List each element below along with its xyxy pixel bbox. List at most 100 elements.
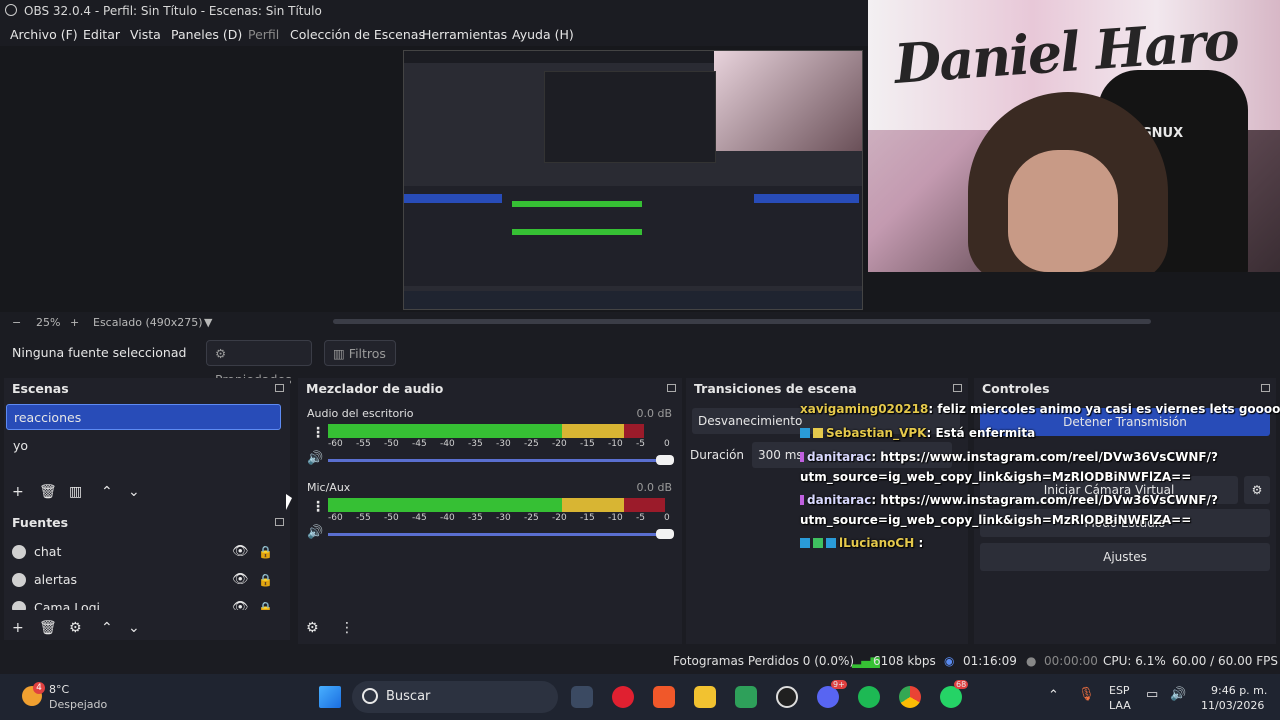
opera-icon[interactable]: [612, 686, 634, 708]
lock-icon[interactable]: 🔒: [258, 568, 273, 592]
zoom-in-icon[interactable]: +: [70, 316, 79, 329]
scene-filters-icon[interactable]: ▥: [69, 484, 82, 500]
volume-slider[interactable]: [328, 529, 674, 539]
properties-button[interactable]: ⚙ Propiedades: [206, 340, 312, 387]
meter-red-segment: [623, 424, 645, 438]
audio-settings-icon[interactable]: ⚙: [306, 620, 319, 636]
eye-icon[interactable]: 👁: [232, 568, 249, 592]
remove-source-icon[interactable]: 🗑: [39, 620, 57, 636]
source-item[interactable]: chat 👁 🔒: [10, 540, 280, 564]
volume-slider-knob[interactable]: [656, 455, 674, 465]
move-down-icon[interactable]: ⌄: [128, 620, 140, 636]
scale-dropdown-icon[interactable]: ▼: [204, 316, 212, 329]
spotify-icon[interactable]: [858, 686, 880, 708]
virtual-camera-settings-button[interactable]: ⚙: [1244, 476, 1270, 504]
clock-date[interactable]: 11/03/2026: [1201, 699, 1264, 712]
language-layout[interactable]: LAA: [1109, 699, 1131, 712]
add-scene-icon[interactable]: +: [12, 484, 24, 500]
add-source-icon[interactable]: +: [12, 620, 24, 636]
file-explorer-icon[interactable]: [694, 686, 716, 708]
transitions-title-text: Transiciones de escena: [694, 381, 857, 396]
meter-tick-label: -60: [328, 439, 343, 449]
track-menu-icon[interactable]: ⋮: [311, 499, 325, 515]
bitrate: 6108 kbps: [873, 654, 936, 668]
filters-button[interactable]: ▥ Filtros: [324, 340, 396, 366]
studio-mode-button[interactable]: Modo Estudio: [980, 509, 1270, 537]
meter-tick-label: -55: [356, 439, 371, 449]
dock-float-icon[interactable]: [275, 518, 284, 526]
lock-icon[interactable]: 🔒: [258, 540, 273, 564]
settings-button[interactable]: Ajustes: [980, 543, 1270, 571]
language-code[interactable]: ESP: [1109, 684, 1130, 697]
controls-title: Controles: [974, 378, 1276, 400]
title-bar: OBS 32.0.4 - Perfil: Sin Título - Escena…: [0, 0, 868, 22]
transitions-dock: Transiciones de escena Desvanecimiento D…: [686, 378, 968, 644]
taskbar-search[interactable]: Buscar: [352, 681, 558, 713]
eye-icon[interactable]: 👁: [232, 596, 249, 610]
track-name: Audio del escritorio: [307, 407, 414, 420]
dock-float-icon[interactable]: [667, 384, 676, 392]
mixer-toolbar: ⚙ ⋮: [306, 620, 366, 638]
whatsapp-icon[interactable]: [940, 686, 962, 708]
duration-label: Duración: [690, 448, 745, 462]
track-menu-icon[interactable]: ⋮: [311, 425, 325, 441]
controls-dock: Controles Detener Transmisión Iniciar Cá…: [974, 378, 1276, 644]
source-label: Cama Logi: [34, 600, 100, 610]
dock-float-icon[interactable]: [275, 384, 284, 392]
clock-time[interactable]: 9:46 p. m.: [1211, 684, 1267, 697]
scenes-title: Escenas: [4, 378, 290, 400]
network-icon[interactable]: ▭: [1146, 687, 1158, 702]
obs-taskbar-icon[interactable]: [776, 686, 798, 708]
streamer-face: [1008, 150, 1118, 272]
speaker-icon[interactable]: 🔊: [307, 525, 323, 540]
meter-tick-label: -5: [636, 513, 645, 523]
brave-icon[interactable]: [653, 686, 675, 708]
scene-item-reacciones[interactable]: reacciones: [6, 404, 281, 430]
lock-icon[interactable]: 🔒: [258, 596, 273, 610]
discord-icon[interactable]: [817, 686, 839, 708]
transition-select[interactable]: Desvanecimiento: [692, 408, 960, 434]
scene-item-yo[interactable]: yo: [6, 433, 281, 459]
meter-tick-label: -35: [468, 513, 483, 523]
meter-tick-label: -15: [580, 439, 595, 449]
dock-float-icon[interactable]: [1261, 384, 1270, 392]
zoom-out-icon[interactable]: −: [12, 316, 21, 329]
menu-paneles[interactable]: Paneles (D): [171, 27, 242, 42]
dock-float-icon[interactable]: [953, 384, 962, 392]
windows-start-icon[interactable]: [319, 686, 341, 708]
menu-editar[interactable]: Editar: [83, 27, 120, 42]
source-settings-icon[interactable]: ⚙: [69, 620, 82, 636]
remove-scene-icon[interactable]: 🗑: [39, 484, 57, 500]
move-up-icon[interactable]: ⌃: [101, 620, 113, 636]
mixer-menu-icon[interactable]: ⋮: [340, 620, 354, 636]
menu-vista[interactable]: Vista: [130, 27, 161, 42]
meter-tick-label: -40: [440, 513, 455, 523]
menu-archivo[interactable]: Archivo (F): [10, 27, 78, 42]
app-icon[interactable]: [735, 686, 757, 708]
chrome-icon[interactable]: [899, 686, 921, 708]
volume-icon[interactable]: 🔊: [1170, 687, 1186, 702]
move-down-icon[interactable]: ⌄: [128, 484, 140, 500]
duration-input[interactable]: 300 ms: [752, 442, 952, 468]
audio-mixer-dock: Mezclador de audio Audio del escritorio …: [298, 378, 682, 644]
menu-coleccion-escenas[interactable]: Colección de Escenas: [290, 27, 425, 42]
task-view-icon[interactable]: [571, 686, 593, 708]
virtual-camera-button[interactable]: Iniciar Cámara Virtual: [980, 476, 1238, 504]
menu-herramientas[interactable]: Herramientas: [422, 27, 507, 42]
volume-slider[interactable]: [328, 455, 674, 465]
menu-perfil[interactable]: Perfil: [248, 27, 279, 42]
source-item[interactable]: alertas 👁 🔒: [10, 568, 280, 592]
menu-ayuda[interactable]: Ayuda (H): [512, 27, 574, 42]
move-up-icon[interactable]: ⌃: [101, 484, 113, 500]
microphone-icon[interactable]: 🎙: [1078, 687, 1095, 702]
search-label: Buscar: [386, 689, 431, 704]
whatsapp-badge: 68: [954, 680, 969, 689]
source-item[interactable]: Cama Logi 👁 🔒: [10, 596, 280, 610]
volume-slider-knob[interactable]: [656, 529, 674, 539]
tray-overflow-icon[interactable]: ⌃: [1048, 688, 1059, 703]
meter-yellow-segment: [561, 498, 624, 512]
preview-scrollbar[interactable]: [333, 319, 1151, 324]
speaker-icon[interactable]: 🔊: [307, 451, 323, 466]
stop-stream-button[interactable]: Detener Transmisión: [980, 408, 1270, 436]
eye-icon[interactable]: 👁: [232, 540, 249, 564]
